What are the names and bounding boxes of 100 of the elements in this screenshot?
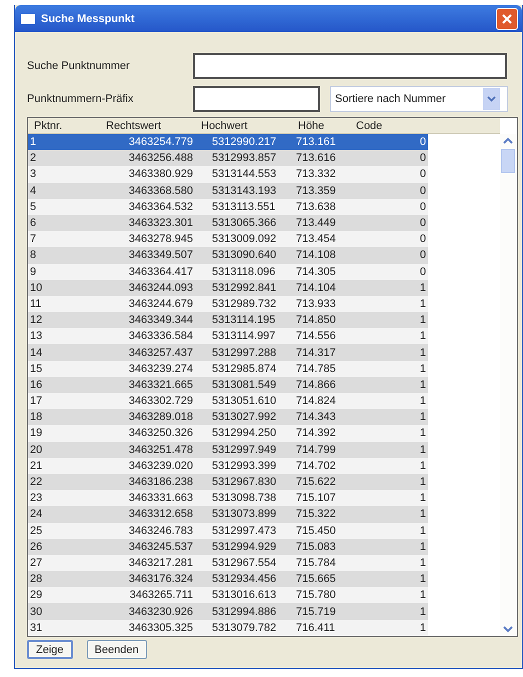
column-header[interactable]: Code	[350, 120, 428, 132]
table-cell-text: 3463254.779	[128, 136, 194, 148]
table-cell-text: 5313081.549	[211, 378, 278, 391]
table-cell-text: 3463245.537	[128, 540, 194, 553]
table-cell-text: 16	[29, 378, 44, 391]
table-cell-text: 4	[29, 184, 38, 197]
table-cell-text: 1	[418, 444, 427, 456]
table-cell-text: 713.454	[295, 233, 337, 246]
table-cell-text: 713.332	[295, 168, 337, 180]
column-header[interactable]: Hochwert	[195, 120, 292, 132]
table-cell-text: 714.392	[295, 427, 337, 440]
table-cell-text: 1	[418, 330, 427, 342]
table-cell-text: 0	[418, 200, 427, 213]
table-cell-text: 5312997.288	[211, 346, 278, 359]
table-row[interactable]: 13 3463336.584 5313114.997 714.556 1	[28, 328, 428, 344]
table-cell-text: 0	[418, 217, 427, 230]
dialog-button[interactable]: Zeige	[27, 640, 73, 659]
table-row[interactable]: 15 3463239.274 5312985.874 714.785 1	[28, 360, 428, 377]
table-cell-text: 1	[418, 411, 427, 424]
table-cell-text: 10	[29, 282, 44, 294]
table-cell-text: 26	[29, 540, 44, 553]
table-cell-text: 5312985.874	[211, 362, 278, 375]
dialog-button[interactable]: Beenden	[86, 640, 147, 659]
table-cell-text: 3463217.281	[128, 556, 194, 569]
table-row[interactable]: 17 3463302.729 5313051.610 714.824 1	[28, 393, 428, 410]
table-row[interactable]: 27 3463217.281 5312967.554 715.784 1	[28, 554, 428, 572]
column-header[interactable]: Pktnr.	[28, 120, 100, 132]
table-cell-text: 5312994.929	[211, 540, 278, 553]
table-cell-text: 13	[29, 330, 44, 342]
table-row[interactable]: 14 3463257.437 5312997.288 714.317 1	[28, 344, 428, 361]
table-row[interactable]: 24 3463312.658 5313073.899 715.322 1	[28, 506, 428, 522]
table-row[interactable]: 18 3463289.018 5313027.992 714.343 1	[28, 409, 428, 426]
table-row[interactable]: 1 3463254.779 5312990.217 713.161 0	[28, 134, 428, 150]
table-cell-text: 1	[418, 492, 427, 504]
table-row[interactable]: 25 3463246.783 5312997.473 715.450 1	[28, 522, 428, 539]
column-header[interactable]: Rechtswert	[100, 120, 195, 132]
table-cell-text: 0	[418, 249, 427, 262]
table-row[interactable]: 8 3463349.507 5313090.640 714.108 0	[28, 247, 428, 264]
table-row[interactable]: 12 3463349.344 5313114.195 714.850 1	[28, 312, 428, 328]
table-row[interactable]: 21 3463239.020 5312993.399 714.702 1	[28, 458, 428, 474]
table-row[interactable]: 7 3463278.945 5313009.092 713.454 0	[28, 231, 428, 248]
scrollbar[interactable]	[500, 134, 516, 636]
table-row[interactable]: 11 3463244.679 5312989.732 713.933 1	[28, 296, 428, 312]
table-cell-text: 5313114.195	[211, 314, 276, 326]
table-row[interactable]: 5 3463364.532 5313113.551 713.638 0	[28, 198, 428, 215]
table-cell-text: 12	[29, 314, 44, 326]
table-row[interactable]: 16 3463321.665 5313081.549 714.866 1	[28, 376, 428, 393]
table-row[interactable]: 31 3463305.325 5313079.782 716.411 1	[28, 620, 428, 636]
table-cell-text: 5312997.473	[211, 524, 278, 537]
table-cell-text: 5313090.640	[211, 249, 278, 262]
table-cell-text: 9	[29, 266, 38, 278]
table-cell-text: 3463244.679	[128, 298, 194, 310]
table-cell-text: 1	[418, 524, 427, 537]
sort-dropdown[interactable]: Sortiere nach Nummer	[330, 86, 508, 112]
table-row[interactable]: 26 3463245.537 5312994.929 715.083 1	[28, 538, 428, 555]
table-cell-text: 0	[418, 233, 427, 246]
table-cell-text: 5312993.399	[211, 460, 278, 472]
table-cell-text: 714.108	[295, 249, 337, 262]
table-cell-text: 713.161	[295, 136, 337, 148]
table-cell-text: 713.359	[295, 184, 337, 197]
table-row[interactable]: 3 3463380.929 5313144.553 713.332 0	[28, 166, 428, 183]
table-row[interactable]: 19 3463250.326 5312994.250 714.392 1	[28, 425, 428, 442]
input-field[interactable]	[193, 53, 507, 79]
table-cell-text: 5313143.193	[211, 184, 278, 197]
table-row[interactable]: 2 3463256.488 5312993.857 713.616 0	[28, 150, 428, 166]
close-button[interactable]	[496, 8, 518, 30]
table-cell-text: 27	[29, 556, 44, 569]
table-cell-text: 715.322	[295, 508, 337, 520]
table-cell-text: 1	[418, 427, 427, 440]
table-cell-text: 5313051.610	[211, 395, 278, 408]
table-cell-text: 3463349.507	[128, 249, 194, 262]
table-row[interactable]: 22 3463186.238 5312967.830 715.622 1	[28, 474, 428, 490]
table-row[interactable]: 20 3463251.478 5312997.949 714.799 1	[28, 442, 428, 458]
table-row[interactable]: 6 3463323.301 5313065.366 713.449 0	[28, 214, 428, 232]
table-cell-text: 714.850	[295, 314, 337, 326]
table-cell-text: 713.933	[295, 298, 337, 310]
table-cell-text: 1	[418, 622, 427, 634]
table-cell-text: 3463368.580	[128, 184, 194, 197]
table-cell-text: 1	[418, 589, 427, 602]
input-field[interactable]	[193, 86, 320, 112]
table-row[interactable]: 23 3463331.663 5313098.738 715.107 1	[28, 490, 428, 506]
table-cell-text: 3463302.729	[128, 395, 194, 408]
table-cell-text: 3463257.437	[128, 346, 194, 359]
table-cell-text: 5313016.613	[211, 589, 278, 602]
table-row[interactable]: 4 3463368.580 5313143.193 713.359 0	[28, 182, 428, 199]
table-cell-text: 1	[418, 476, 427, 488]
table-cell-text: 5313098.738	[211, 492, 278, 504]
table-cell-text: 713.616	[295, 152, 337, 164]
table-row[interactable]: 9 3463364.417 5313118.096 714.305 0	[28, 264, 428, 280]
table-row[interactable]: 29 3463265.711 5313016.613 715.780 1	[28, 587, 428, 604]
table-row[interactable]: 10 3463244.093 5312992.841 714.104 1	[28, 280, 428, 296]
table-cell-text: 23	[29, 492, 44, 504]
scroll-thumb[interactable]	[501, 149, 515, 173]
table-cell-text: 19	[29, 427, 44, 440]
table-row[interactable]: 30 3463230.926 5312994.886 715.719 1	[28, 603, 428, 620]
column-header[interactable]: Höhe	[292, 120, 350, 132]
table-row[interactable]: 28 3463176.324 5312934.456 715.665 1	[28, 571, 428, 588]
field-label: Suche Punktnummer	[27, 60, 131, 72]
table-cell-text: 715.083	[295, 540, 337, 553]
table-cell-text: 3463364.532	[128, 200, 194, 213]
